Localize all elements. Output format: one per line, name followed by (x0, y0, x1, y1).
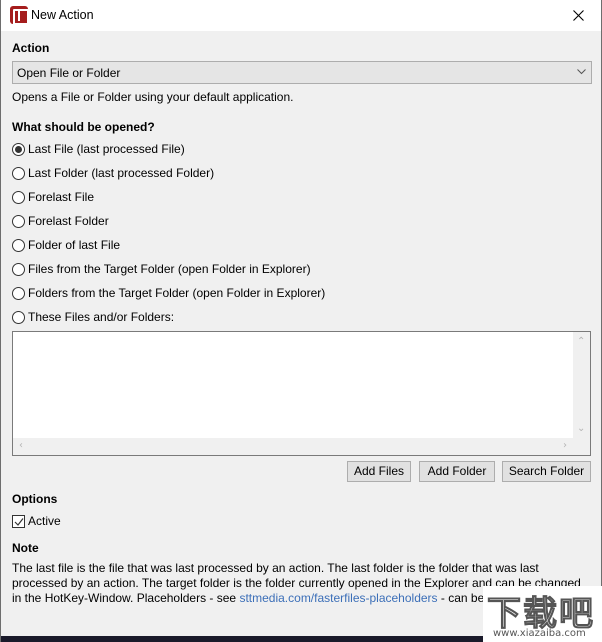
radio-button[interactable] (12, 190, 25, 204)
chevron-down-icon (577, 69, 586, 75)
active-checkbox[interactable]: Active (12, 514, 61, 528)
close-button[interactable] (555, 0, 601, 31)
radio-button[interactable] (12, 238, 25, 252)
radio-label: Folders from the Target Folder (open Fol… (28, 286, 326, 300)
radio-label: These Files and/or Folders: (28, 310, 175, 324)
radio-label: Last Folder (last processed Folder) (28, 166, 215, 180)
checkmark-icon (14, 517, 24, 526)
radio-label: Folder of last File (28, 238, 121, 252)
vertical-scrollbar[interactable]: ⌃ ⌄ (573, 332, 590, 438)
radio-these-files-folders[interactable]: These Files and/or Folders: (12, 309, 174, 325)
action-description: Opens a File or Folder using your defaul… (12, 90, 294, 104)
close-icon (572, 10, 584, 21)
radio-label: Forelast File (28, 190, 95, 204)
note-section-label: Note (12, 541, 39, 555)
radio-button[interactable] (12, 262, 25, 276)
watermark-url: www.xiazaiba.com (493, 628, 586, 639)
scroll-right-icon[interactable]: › (563, 441, 567, 451)
new-action-dialog: New Action Action Open File or Folder Op… (0, 0, 602, 642)
radio-button[interactable] (12, 286, 25, 300)
placeholders-link[interactable]: sttmedia.com/fasterfiles-placeholders (239, 591, 437, 605)
radio-forelast-folder[interactable]: Forelast Folder (12, 213, 109, 229)
radio-button-checked[interactable] (12, 142, 25, 156)
radio-last-file[interactable]: Last File (last processed File) (12, 141, 185, 157)
add-files-button[interactable]: Add Files (347, 461, 411, 482)
watermark-logo: 下载吧 www.xiazaiba.com (483, 586, 602, 642)
action-section-label: Action (12, 41, 50, 55)
action-select-value: Open File or Folder (17, 66, 121, 80)
radio-last-folder[interactable]: Last Folder (last processed Folder) (12, 165, 214, 181)
radio-forelast-file[interactable]: Forelast File (12, 189, 94, 205)
radio-label: Last File (last processed File) (28, 142, 185, 156)
search-folder-button[interactable]: Search Folder (502, 461, 591, 482)
radio-button[interactable] (12, 166, 25, 180)
scroll-down-icon[interactable]: ⌄ (577, 424, 585, 434)
scroll-left-icon[interactable]: ‹ (19, 441, 23, 451)
background-strip (1, 636, 483, 642)
options-section-label: Options (12, 492, 58, 506)
radio-folder-of-last-file[interactable]: Folder of last File (12, 237, 120, 253)
scrollbar-corner (573, 438, 590, 455)
window-title: New Action (31, 8, 94, 22)
radio-label: Forelast Folder (28, 214, 109, 228)
radio-folders-from-target-folder[interactable]: Folders from the Target Folder (open Fol… (12, 285, 325, 301)
horizontal-scrollbar[interactable]: ‹ › (13, 438, 573, 455)
app-icon (10, 6, 29, 25)
active-label: Active (28, 514, 61, 528)
radio-button[interactable] (12, 214, 25, 228)
radio-button[interactable] (12, 310, 25, 324)
radio-files-from-target-folder[interactable]: Files from the Target Folder (open Folde… (12, 261, 311, 277)
scroll-up-icon[interactable]: ⌃ (577, 337, 585, 347)
action-select[interactable]: Open File or Folder (12, 61, 592, 84)
what-opened-section-label: What should be opened? (12, 120, 155, 134)
checkbox-checked[interactable] (12, 514, 25, 528)
title-bar: New Action (1, 0, 601, 31)
files-folders-textarea[interactable]: ⌃ ⌄ ‹ › (12, 331, 591, 456)
radio-label: Files from the Target Folder (open Folde… (28, 262, 311, 276)
add-folder-button[interactable]: Add Folder (419, 461, 495, 482)
